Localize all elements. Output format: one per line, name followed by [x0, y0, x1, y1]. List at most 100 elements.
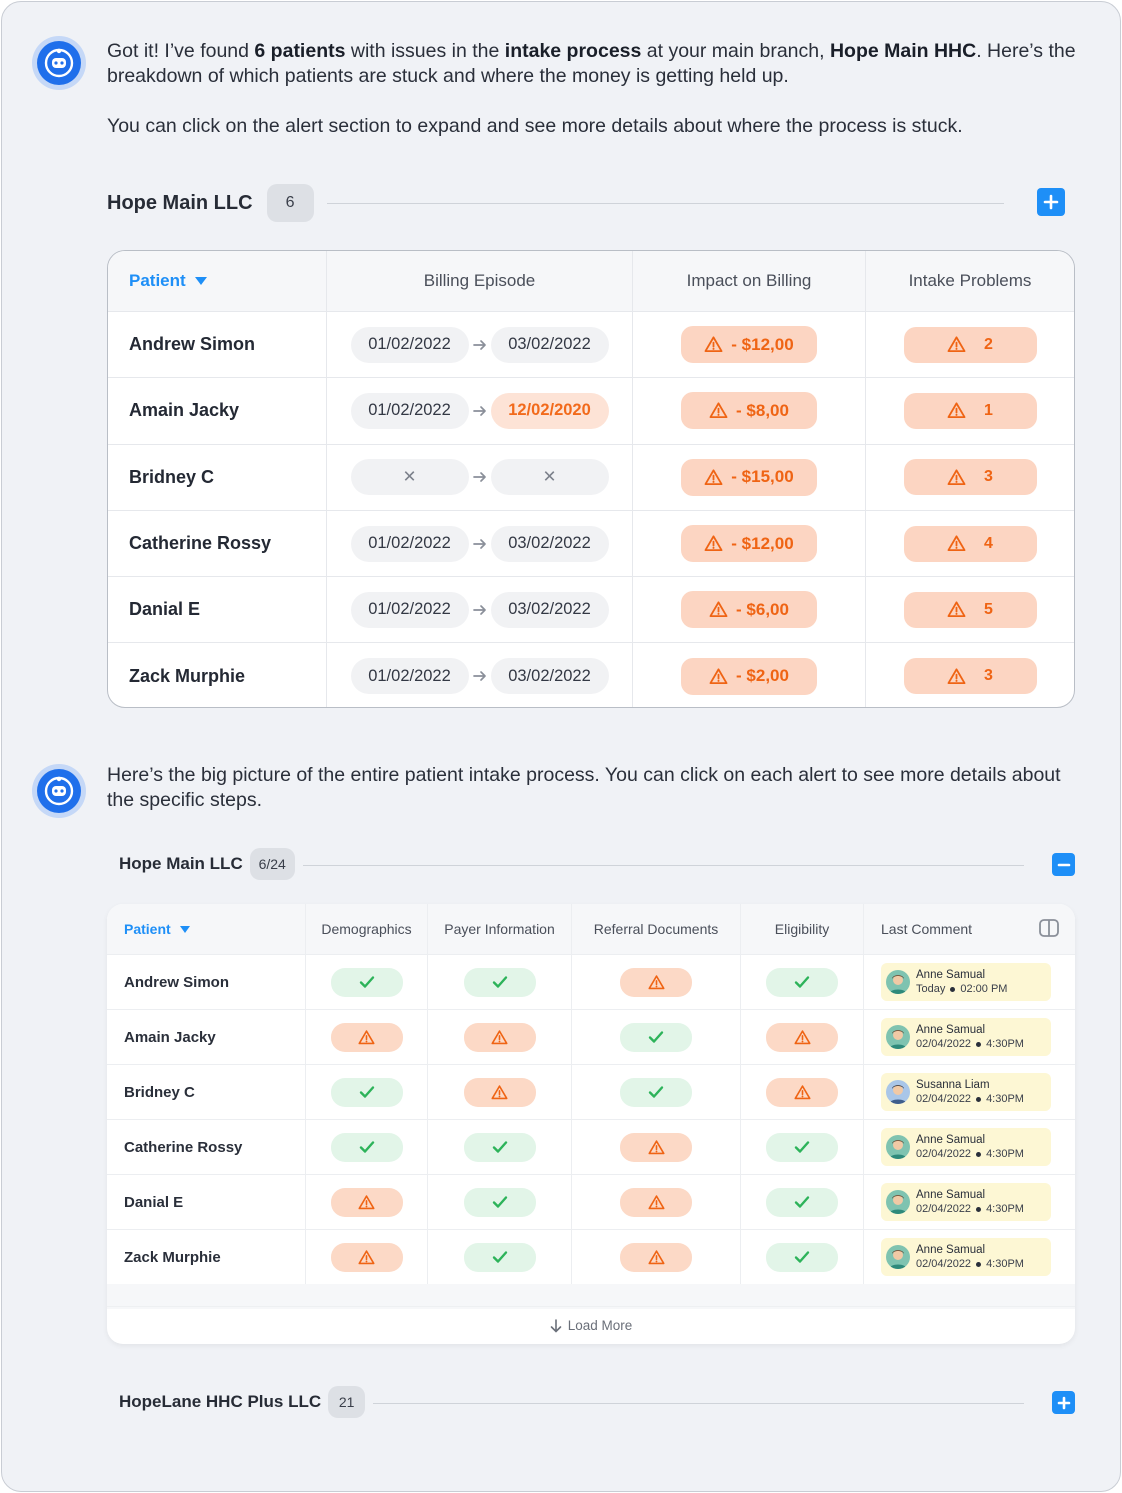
impact-alert[interactable]: - $12,00	[681, 326, 817, 364]
comment-time: 4:30PM	[986, 1203, 1024, 1215]
payer-status-alert[interactable]	[463, 1077, 536, 1107]
separator-dot	[976, 1206, 982, 1212]
patient-name: Andrew Simon	[124, 973, 230, 991]
table-row[interactable]: Andrew Simon Anne Samual Today 02:00 PM	[107, 954, 1075, 1009]
minus-icon	[1057, 863, 1070, 866]
arrow-right-icon	[472, 604, 486, 615]
demographics-status-complete[interactable]	[330, 967, 403, 997]
eligibility-status-alert[interactable]	[766, 1022, 838, 1052]
payer-status-complete[interactable]	[463, 1242, 536, 1272]
impact-alert[interactable]: - $12,00	[681, 525, 817, 563]
impact-alert[interactable]: - $2,00	[681, 657, 817, 695]
arrow-right-icon	[472, 472, 486, 483]
eligibility-status-complete[interactable]	[766, 1242, 838, 1272]
impact-alert[interactable]: - $8,00	[681, 392, 817, 430]
referral-status-complete[interactable]	[620, 1077, 692, 1107]
problems-alert[interactable]: 3	[903, 658, 1037, 695]
divider	[373, 1403, 1024, 1404]
problem-count: 3	[984, 667, 993, 685]
group-header-hopelane[interactable]: HopeLane HHC Plus LLC 21	[119, 1386, 366, 1418]
load-more-button[interactable]: Load More	[107, 1306, 1075, 1344]
group-header-hope-main[interactable]: Hope Main LLC 6	[107, 184, 314, 222]
warning-icon	[947, 601, 966, 618]
divider	[303, 865, 1024, 866]
payer-status-complete[interactable]	[463, 1187, 536, 1217]
table-row[interactable]: Bridney C ✕ ✕ - $15,00 3	[108, 443, 1074, 510]
problems-alert[interactable]: 3	[903, 459, 1037, 496]
problems-alert[interactable]: 2	[903, 326, 1037, 363]
commenter-name: Susanna Liam	[916, 1079, 990, 1091]
check-icon	[794, 1196, 810, 1208]
commenter-name: Anne Samual	[916, 1189, 986, 1201]
check-icon	[359, 976, 374, 988]
patient-name: Catherine Rossy	[129, 533, 272, 554]
demographics-status-alert[interactable]	[330, 1242, 403, 1272]
separator-dot	[950, 986, 956, 992]
separator-dot	[976, 1096, 982, 1102]
table-row[interactable]: Andrew Simon 01/02/2022 03/02/2022 - $12…	[108, 311, 1074, 378]
table-row[interactable]: Danial E 01/02/2022 03/02/2022 - $6,00 5	[108, 576, 1074, 643]
comment-date: 02/04/2022	[916, 1038, 972, 1050]
problems-alert[interactable]: 4	[903, 525, 1037, 562]
bot-avatar	[32, 36, 86, 90]
count-badge: 21	[328, 1386, 366, 1418]
demographics-status-complete[interactable]	[330, 1132, 403, 1162]
group-header-hope-main-expanded[interactable]: Hope Main LLC 6/24	[119, 848, 295, 880]
demographics-status-complete[interactable]	[330, 1077, 403, 1107]
table-row[interactable]: Zack Murphie Anne Samual 02/04/2022 4:30P…	[107, 1229, 1075, 1284]
collapse-button[interactable]	[1052, 853, 1075, 876]
arrow-right-icon	[469, 405, 491, 417]
warning-icon	[709, 402, 728, 419]
patient-name: Zack Murphie	[129, 665, 246, 686]
check-icon	[359, 1086, 374, 1098]
last-comment[interactable]: Anne Samual 02/04/2022 4:30PM	[881, 1018, 1051, 1056]
eligibility-status-alert[interactable]	[766, 1077, 838, 1107]
impact-alert[interactable]: - $15,00	[681, 458, 817, 496]
last-comment[interactable]: Anne Samual 02/04/2022 4:30PM	[881, 1183, 1051, 1221]
divider	[327, 203, 1004, 204]
columns-icon[interactable]	[1039, 919, 1059, 937]
episode-start: ✕	[350, 459, 469, 496]
table-row[interactable]: Zack Murphie 01/02/2022 03/02/2022 - $2,…	[108, 642, 1074, 707]
table-row[interactable]: Bridney C Susanna Liam 02/04/2022 4:30PM	[107, 1064, 1075, 1119]
check-icon	[492, 1196, 507, 1208]
table-row[interactable]: Amain Jacky 01/02/2022 12/02/2020 - $8,0…	[108, 377, 1074, 444]
message-paragraph: Got it! I’ve found 6 patients with issue…	[107, 40, 1076, 87]
eligibility-status-complete[interactable]	[766, 1187, 838, 1217]
referral-status-complete[interactable]	[620, 1022, 692, 1052]
referral-status-alert[interactable]	[620, 1187, 692, 1217]
problems-alert[interactable]: 5	[903, 591, 1037, 628]
last-comment[interactable]: Anne Samual 02/04/2022 4:30PM	[881, 1238, 1051, 1276]
comment-date: 02/04/2022	[916, 1203, 972, 1215]
episode-start: 01/02/2022	[350, 525, 469, 562]
payer-status-alert[interactable]	[463, 1022, 536, 1052]
table-row[interactable]: Amain Jacky Anne Samual 02/04/2022 4:30PM	[107, 1009, 1075, 1064]
sort-patient-header[interactable]: Patient	[124, 921, 191, 937]
sort-patient-header[interactable]: Patient	[129, 271, 208, 291]
last-comment[interactable]: Susanna Liam 02/04/2022 4:30PM	[881, 1073, 1051, 1111]
demographics-status-alert[interactable]	[330, 1187, 403, 1217]
referral-status-alert[interactable]	[620, 967, 692, 997]
referral-status-alert[interactable]	[620, 1132, 692, 1162]
table-row[interactable]: Catherine Rossy 01/02/2022 03/02/2022 - …	[108, 509, 1074, 577]
table-row[interactable]: Danial E Anne Samual 02/04/2022 4:30PM	[107, 1174, 1075, 1229]
warning-icon	[709, 601, 728, 618]
impact-alert[interactable]: - $6,00	[681, 591, 817, 629]
payer-status-complete[interactable]	[463, 1132, 536, 1162]
expand-button[interactable]	[1037, 188, 1065, 216]
arrow-right-icon	[472, 406, 486, 416]
demographics-status-alert[interactable]	[330, 1022, 403, 1052]
expand-button[interactable]	[1052, 1391, 1075, 1414]
referral-status-alert[interactable]	[620, 1242, 692, 1272]
warning-icon	[947, 336, 966, 353]
arrow-right-icon	[469, 670, 491, 682]
problems-header: Intake Problems	[908, 271, 1032, 290]
problems-alert[interactable]: 1	[903, 392, 1037, 429]
table-row[interactable]: Catherine Rossy Anne Samual 02/04/2022 4:…	[107, 1119, 1075, 1174]
payer-status-complete[interactable]	[463, 967, 536, 997]
last-comment[interactable]: Anne Samual 02/04/2022 4:30PM	[881, 1128, 1051, 1166]
eligibility-status-complete[interactable]	[766, 1132, 838, 1162]
patient-name: Zack Murphie	[124, 1248, 221, 1266]
last-comment[interactable]: Anne Samual Today 02:00 PM	[881, 963, 1051, 1001]
eligibility-status-complete[interactable]	[766, 967, 838, 997]
